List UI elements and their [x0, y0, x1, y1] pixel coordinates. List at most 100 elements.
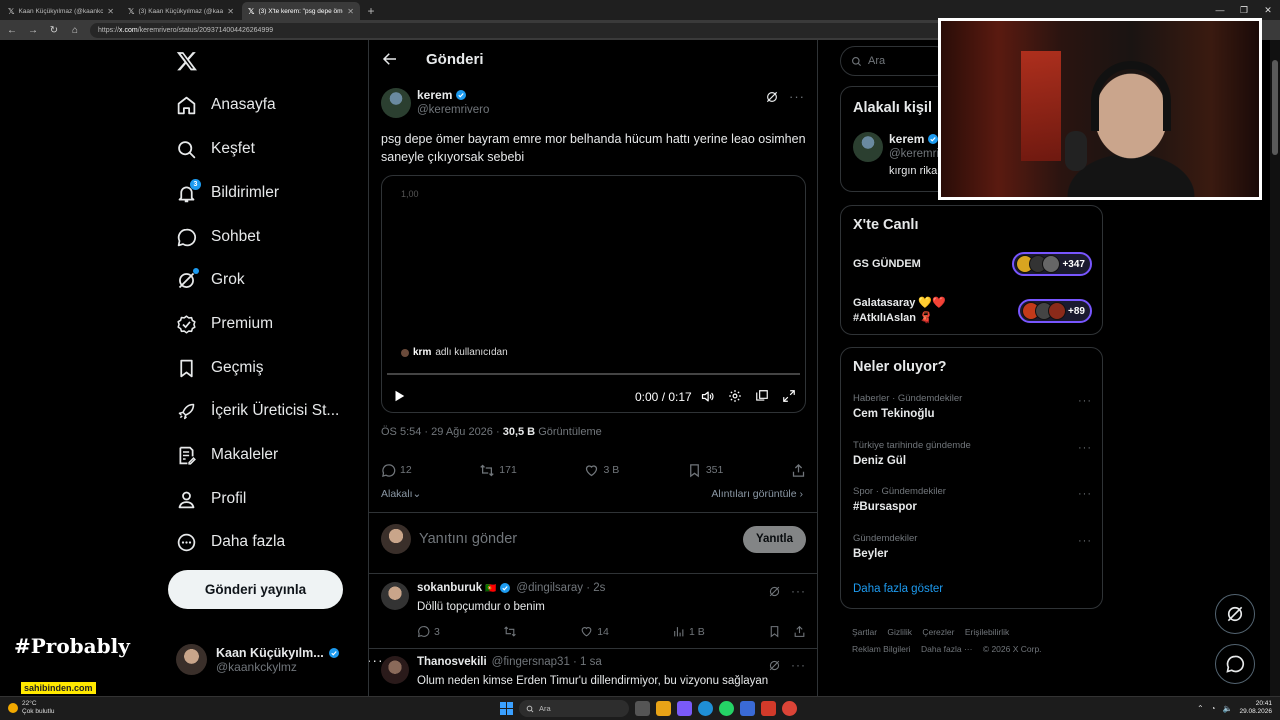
restore-icon[interactable]: ❐ — [1232, 0, 1256, 20]
file-explorer-icon[interactable] — [656, 701, 671, 716]
video-progress-bar[interactable] — [387, 373, 800, 375]
windows-start-icon[interactable] — [500, 702, 513, 715]
grok-icon[interactable] — [765, 90, 779, 104]
search-input[interactable]: Ara — [840, 46, 950, 76]
forward-nav-icon[interactable]: → — [27, 25, 39, 36]
scrollbar-thumb[interactable] — [1272, 60, 1278, 155]
picture-in-picture-icon[interactable] — [755, 389, 769, 403]
trend-item[interactable]: Türkiye tarihinde gündemde Deniz Gül ··· — [853, 440, 1092, 467]
browser-tab-3-active[interactable]: 𝕏 (3) X'te kerem: "psg depe ömer ba ✕ — [242, 2, 360, 20]
more-options-icon[interactable]: ··· — [1078, 442, 1092, 454]
more-options-icon[interactable]: ··· — [791, 658, 806, 672]
weather-widget[interactable]: 22°C Çok bulutlu — [8, 700, 55, 716]
more-options-icon[interactable]: ··· — [1078, 535, 1092, 547]
live-item[interactable]: Galatasaray 💛❤️ #AtkılıAslan 🧣 +89 — [853, 296, 1092, 326]
show-more-link[interactable]: Daha fazla göster — [853, 583, 943, 595]
sidebar-item-notifications[interactable]: 3 Bildirimler — [176, 178, 279, 208]
tab-close-icon[interactable]: ✕ — [107, 7, 114, 16]
reload-icon[interactable]: ↻ — [48, 25, 60, 36]
like-button[interactable]: 3 B — [584, 463, 619, 478]
sidebar-item-grok[interactable]: Grok — [176, 265, 245, 295]
reply-author-name[interactable]: Thanosvekili — [417, 656, 487, 668]
reply-button[interactable]: 3 — [417, 625, 440, 638]
reply-author-handle[interactable]: @fingersnap31 · 1 sa — [492, 656, 602, 668]
repost-button[interactable]: 171 — [479, 463, 517, 478]
reply-item[interactable]: sokanburuk 🇵🇹 @dingilsaray · 2s Döllü top… — [381, 582, 806, 638]
author-name[interactable]: kerem — [417, 88, 452, 102]
reply-author-name[interactable]: sokanburuk — [417, 582, 482, 594]
fullscreen-icon[interactable] — [782, 389, 796, 403]
x-logo-icon[interactable] — [176, 50, 198, 72]
more-options-icon[interactable]: ··· — [1078, 395, 1092, 407]
footer-link[interactable]: Çerezler — [922, 627, 954, 637]
volume-icon[interactable]: 🔈 — [1222, 704, 1232, 713]
trend-item[interactable]: Spor · Gündemdekiler #Bursaspor ··· — [853, 486, 1092, 513]
post-author[interactable]: kerem @keremrivero — [381, 88, 489, 118]
reply-author-handle[interactable]: @dingilsaray · 2s — [516, 582, 605, 594]
close-window-icon[interactable]: ✕ — [1256, 0, 1280, 20]
live-listeners-pill[interactable]: +347 — [1012, 252, 1092, 276]
grok-icon[interactable] — [768, 659, 781, 672]
more-options-icon[interactable]: ··· — [789, 89, 805, 104]
sidebar-item-creator-studio[interactable]: İçerik Üreticisi St... — [176, 396, 339, 426]
live-item[interactable]: GS GÜNDEM +347 — [853, 252, 1092, 276]
app-icon[interactable] — [761, 701, 776, 716]
live-listeners-pill[interactable]: +89 — [1018, 299, 1092, 323]
post-time[interactable]: ÖS 5:54 · 29 Ağu 2026 · — [381, 426, 500, 438]
home-nav-icon[interactable]: ⌂ — [69, 25, 81, 36]
account-switcher[interactable]: Kaan Küçükyılm... @kaankckylmz ··· — [176, 644, 384, 675]
view-quotes-link[interactable]: Alıntıları görüntüle › — [711, 488, 803, 500]
sidebar-item-explore[interactable]: Keşfet — [176, 134, 255, 164]
bookmark-icon[interactable] — [768, 625, 781, 638]
reply-item[interactable]: Thanosvekili @fingersnap31 · 1 sa Olum n… — [381, 656, 806, 689]
avatar[interactable] — [853, 132, 883, 162]
more-options-icon[interactable]: ··· — [791, 584, 806, 598]
back-nav-icon[interactable]: ← — [6, 25, 18, 36]
minimize-icon[interactable]: — — [1208, 0, 1232, 20]
related-user-name[interactable]: kerem — [889, 132, 924, 146]
messages-float-button[interactable] — [1215, 644, 1255, 684]
trend-item[interactable]: Gündemdekiler Beyler ··· — [853, 533, 1092, 560]
footer-link[interactable]: Gizlilik — [887, 627, 912, 637]
avatar[interactable] — [381, 582, 409, 610]
new-tab-button[interactable]: + — [363, 2, 379, 20]
bookmark-button[interactable]: 351 — [687, 463, 723, 478]
network-icon[interactable]: ◔ — [1211, 704, 1216, 713]
task-view-icon[interactable] — [635, 701, 650, 716]
avatar[interactable] — [381, 656, 409, 684]
sidebar-item-articles[interactable]: Makaleler — [176, 440, 278, 470]
repost-button[interactable] — [503, 625, 517, 638]
avatar[interactable] — [381, 88, 411, 118]
whatsapp-icon[interactable] — [719, 701, 734, 716]
share-icon[interactable] — [793, 625, 806, 638]
related-user-handle[interactable]: @keremri — [889, 148, 939, 160]
related-user[interactable]: kerem @keremri kırgın rika — [853, 132, 939, 177]
footer-link[interactable]: Daha fazla ··· — [921, 644, 973, 654]
store-icon[interactable] — [740, 701, 755, 716]
browser-tab-2[interactable]: 𝕏 (3) Kaan Küçükyılmaz (@kaankckylmz ✕ — [122, 2, 240, 20]
grok-float-button[interactable] — [1215, 594, 1255, 634]
volume-icon[interactable] — [700, 389, 715, 404]
trend-item[interactable]: Haberler · Gündemdekiler Cem Tekinoğlu ·… — [853, 393, 1092, 420]
like-button[interactable]: 14 — [580, 625, 609, 638]
sidebar-item-profile[interactable]: Profil — [176, 484, 246, 514]
sidebar-item-premium[interactable]: Premium — [176, 309, 273, 339]
share-icon[interactable] — [791, 463, 806, 478]
grok-icon[interactable] — [768, 585, 781, 598]
settings-gear-icon[interactable] — [728, 389, 742, 403]
video-credit[interactable]: krm adlı kullanıcıdan — [401, 347, 508, 358]
taskbar-search[interactable]: Ara — [519, 700, 629, 717]
chevron-up-icon[interactable]: ⌃ — [1197, 704, 1204, 713]
play-icon[interactable] — [392, 389, 406, 403]
reply-sort-dropdown[interactable]: Alakalı⌄ — [381, 488, 421, 500]
reply-input[interactable]: Yanıtını gönder — [419, 531, 743, 547]
more-options-icon[interactable]: ··· — [1078, 488, 1092, 500]
edge-icon[interactable] — [698, 701, 713, 716]
reply-button[interactable]: 12 — [381, 463, 412, 478]
footer-link[interactable]: Şartlar — [852, 627, 877, 637]
views-button[interactable]: 1 B — [672, 625, 705, 638]
sidebar-item-chat[interactable]: Sohbet — [176, 222, 260, 252]
taskbar-clock[interactable]: 20:41 29.08.2026 — [1239, 700, 1272, 716]
chrome-icon[interactable] — [782, 701, 797, 716]
sidebar-item-bookmarks[interactable]: Geçmiş — [176, 353, 264, 383]
